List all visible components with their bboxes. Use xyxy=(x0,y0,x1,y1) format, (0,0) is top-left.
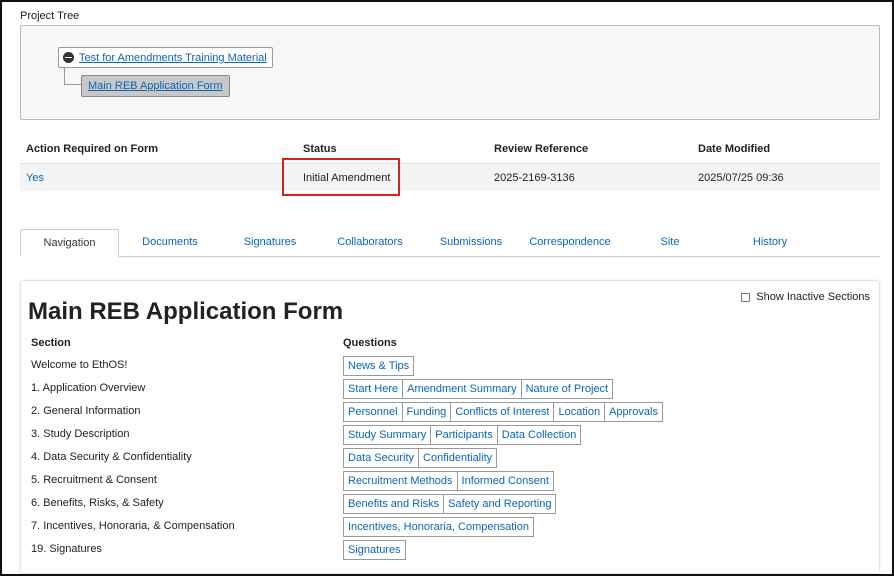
section-row-signatures: 19. Signatures Signatures xyxy=(21,540,879,563)
summary-table-header: Action Required on Form Status Review Re… xyxy=(20,135,880,163)
tab-collaborators[interactable]: Collaborators xyxy=(325,229,415,257)
project-tree-label: Project Tree xyxy=(20,10,80,22)
section-label: 3. Study Description xyxy=(31,428,130,440)
question-recruitment-methods[interactable]: Recruitment Methods xyxy=(343,471,458,491)
question-approvals[interactable]: Approvals xyxy=(604,402,663,422)
date-modified-value: 2025/07/25 09:36 xyxy=(698,172,784,184)
question-start-here[interactable]: Start Here xyxy=(343,379,404,399)
section-label: 4. Data Security & Confidentiality xyxy=(31,451,192,463)
app-window: Project Tree Test for Amendments Trainin… xyxy=(0,0,894,576)
tree-connector xyxy=(64,68,81,85)
section-row-benefits-risks: 6. Benefits, Risks, & Safety Benefits an… xyxy=(21,494,879,517)
tab-documents[interactable]: Documents xyxy=(125,229,215,257)
section-row-application-overview: 1. Application Overview Start Here Amend… xyxy=(21,379,879,402)
header-date-modified: Date Modified xyxy=(698,143,771,155)
question-signatures[interactable]: Signatures xyxy=(343,540,406,560)
section-row-general-information: 2. General Information Personnel Funding… xyxy=(21,402,879,425)
action-required-link[interactable]: Yes xyxy=(26,165,44,191)
section-row-study-description: 3. Study Description Study Summary Parti… xyxy=(21,425,879,448)
question-group: Data Security Confidentiality xyxy=(343,448,498,468)
question-safety-and-reporting[interactable]: Safety and Reporting xyxy=(443,494,557,514)
question-nature-of-project[interactable]: Nature of Project xyxy=(520,379,614,399)
section-column-header: Section xyxy=(31,337,71,349)
question-confidentiality[interactable]: Confidentiality xyxy=(418,448,498,468)
question-data-security[interactable]: Data Security xyxy=(343,448,420,468)
collapse-icon[interactable] xyxy=(63,52,74,63)
question-news-tips[interactable]: News & Tips xyxy=(343,356,415,376)
section-label: 6. Benefits, Risks, & Safety xyxy=(31,497,164,509)
question-group: Benefits and Risks Safety and Reporting xyxy=(343,494,557,514)
tab-signatures[interactable]: Signatures xyxy=(225,229,315,257)
header-action-required: Action Required on Form xyxy=(26,143,158,155)
tab-bar: Navigation Documents Signatures Collabor… xyxy=(20,229,880,257)
section-label: 5. Recruitment & Consent xyxy=(31,474,157,486)
project-tree-root-link[interactable]: Test for Amendments Training Material xyxy=(79,52,267,64)
question-funding[interactable]: Funding xyxy=(401,402,452,422)
header-review-reference: Review Reference xyxy=(494,143,589,155)
question-group: Personnel Funding Conflicts of Interest … xyxy=(343,402,663,422)
question-group: Study Summary Participants Data Collecti… xyxy=(343,425,582,445)
section-row-incentives: 7. Incentives, Honoraria, & Compensation… xyxy=(21,517,879,540)
section-label: 1. Application Overview xyxy=(31,382,146,394)
tab-navigation[interactable]: Navigation xyxy=(20,229,119,257)
show-inactive-checkbox[interactable] xyxy=(741,292,751,302)
question-group: Signatures xyxy=(343,540,406,560)
project-tree-child-node[interactable]: Main REB Application Form xyxy=(81,75,230,97)
tab-history[interactable]: History xyxy=(725,229,815,257)
review-reference-value: 2025-2169-3136 xyxy=(494,172,575,184)
section-row-recruitment-consent: 5. Recruitment & Consent Recruitment Met… xyxy=(21,471,879,494)
question-group: Incentives, Honoraria, Compensation xyxy=(343,517,534,537)
question-group: News & Tips xyxy=(343,356,415,376)
section-label: Welcome to EthOS! xyxy=(31,359,128,371)
show-inactive-label: Show Inactive Sections xyxy=(756,291,870,303)
navigation-panel: Show Inactive Sections Main REB Applicat… xyxy=(20,280,880,574)
tab-site[interactable]: Site xyxy=(625,229,715,257)
question-benefits-and-risks[interactable]: Benefits and Risks xyxy=(343,494,445,514)
show-inactive-toggle[interactable]: Show Inactive Sections xyxy=(741,291,870,303)
summary-table-row: Yes Initial Amendment 2025-2169-3136 202… xyxy=(20,163,880,191)
questions-column-header: Questions xyxy=(343,337,397,349)
section-label: 7. Incentives, Honoraria, & Compensation xyxy=(31,520,235,532)
form-title: Main REB Application Form xyxy=(28,298,344,325)
question-location[interactable]: Location xyxy=(553,402,606,422)
status-highlight-box xyxy=(282,158,400,196)
project-tree-child-link[interactable]: Main REB Application Form xyxy=(88,80,223,92)
section-label: 2. General Information xyxy=(31,405,141,417)
project-tree-root-node[interactable]: Test for Amendments Training Material xyxy=(58,47,273,68)
question-participants[interactable]: Participants xyxy=(430,425,498,445)
question-group: Recruitment Methods Informed Consent xyxy=(343,471,554,491)
question-incentives[interactable]: Incentives, Honoraria, Compensation xyxy=(343,517,534,537)
question-amendment-summary[interactable]: Amendment Summary xyxy=(402,379,522,399)
section-row-welcome: Welcome to EthOS! News & Tips xyxy=(21,356,879,379)
question-conflicts-of-interest[interactable]: Conflicts of Interest xyxy=(450,402,555,422)
tab-correspondence[interactable]: Correspondence xyxy=(520,229,620,257)
section-label: 19. Signatures xyxy=(31,543,102,555)
question-study-summary[interactable]: Study Summary xyxy=(343,425,432,445)
question-personnel[interactable]: Personnel xyxy=(343,402,403,422)
question-group: Start Here Amendment Summary Nature of P… xyxy=(343,379,614,399)
tab-submissions[interactable]: Submissions xyxy=(426,229,516,257)
section-row-data-security: 4. Data Security & Confidentiality Data … xyxy=(21,448,879,471)
question-informed-consent[interactable]: Informed Consent xyxy=(456,471,554,491)
question-data-collection[interactable]: Data Collection xyxy=(496,425,582,445)
project-tree-panel xyxy=(20,25,880,120)
